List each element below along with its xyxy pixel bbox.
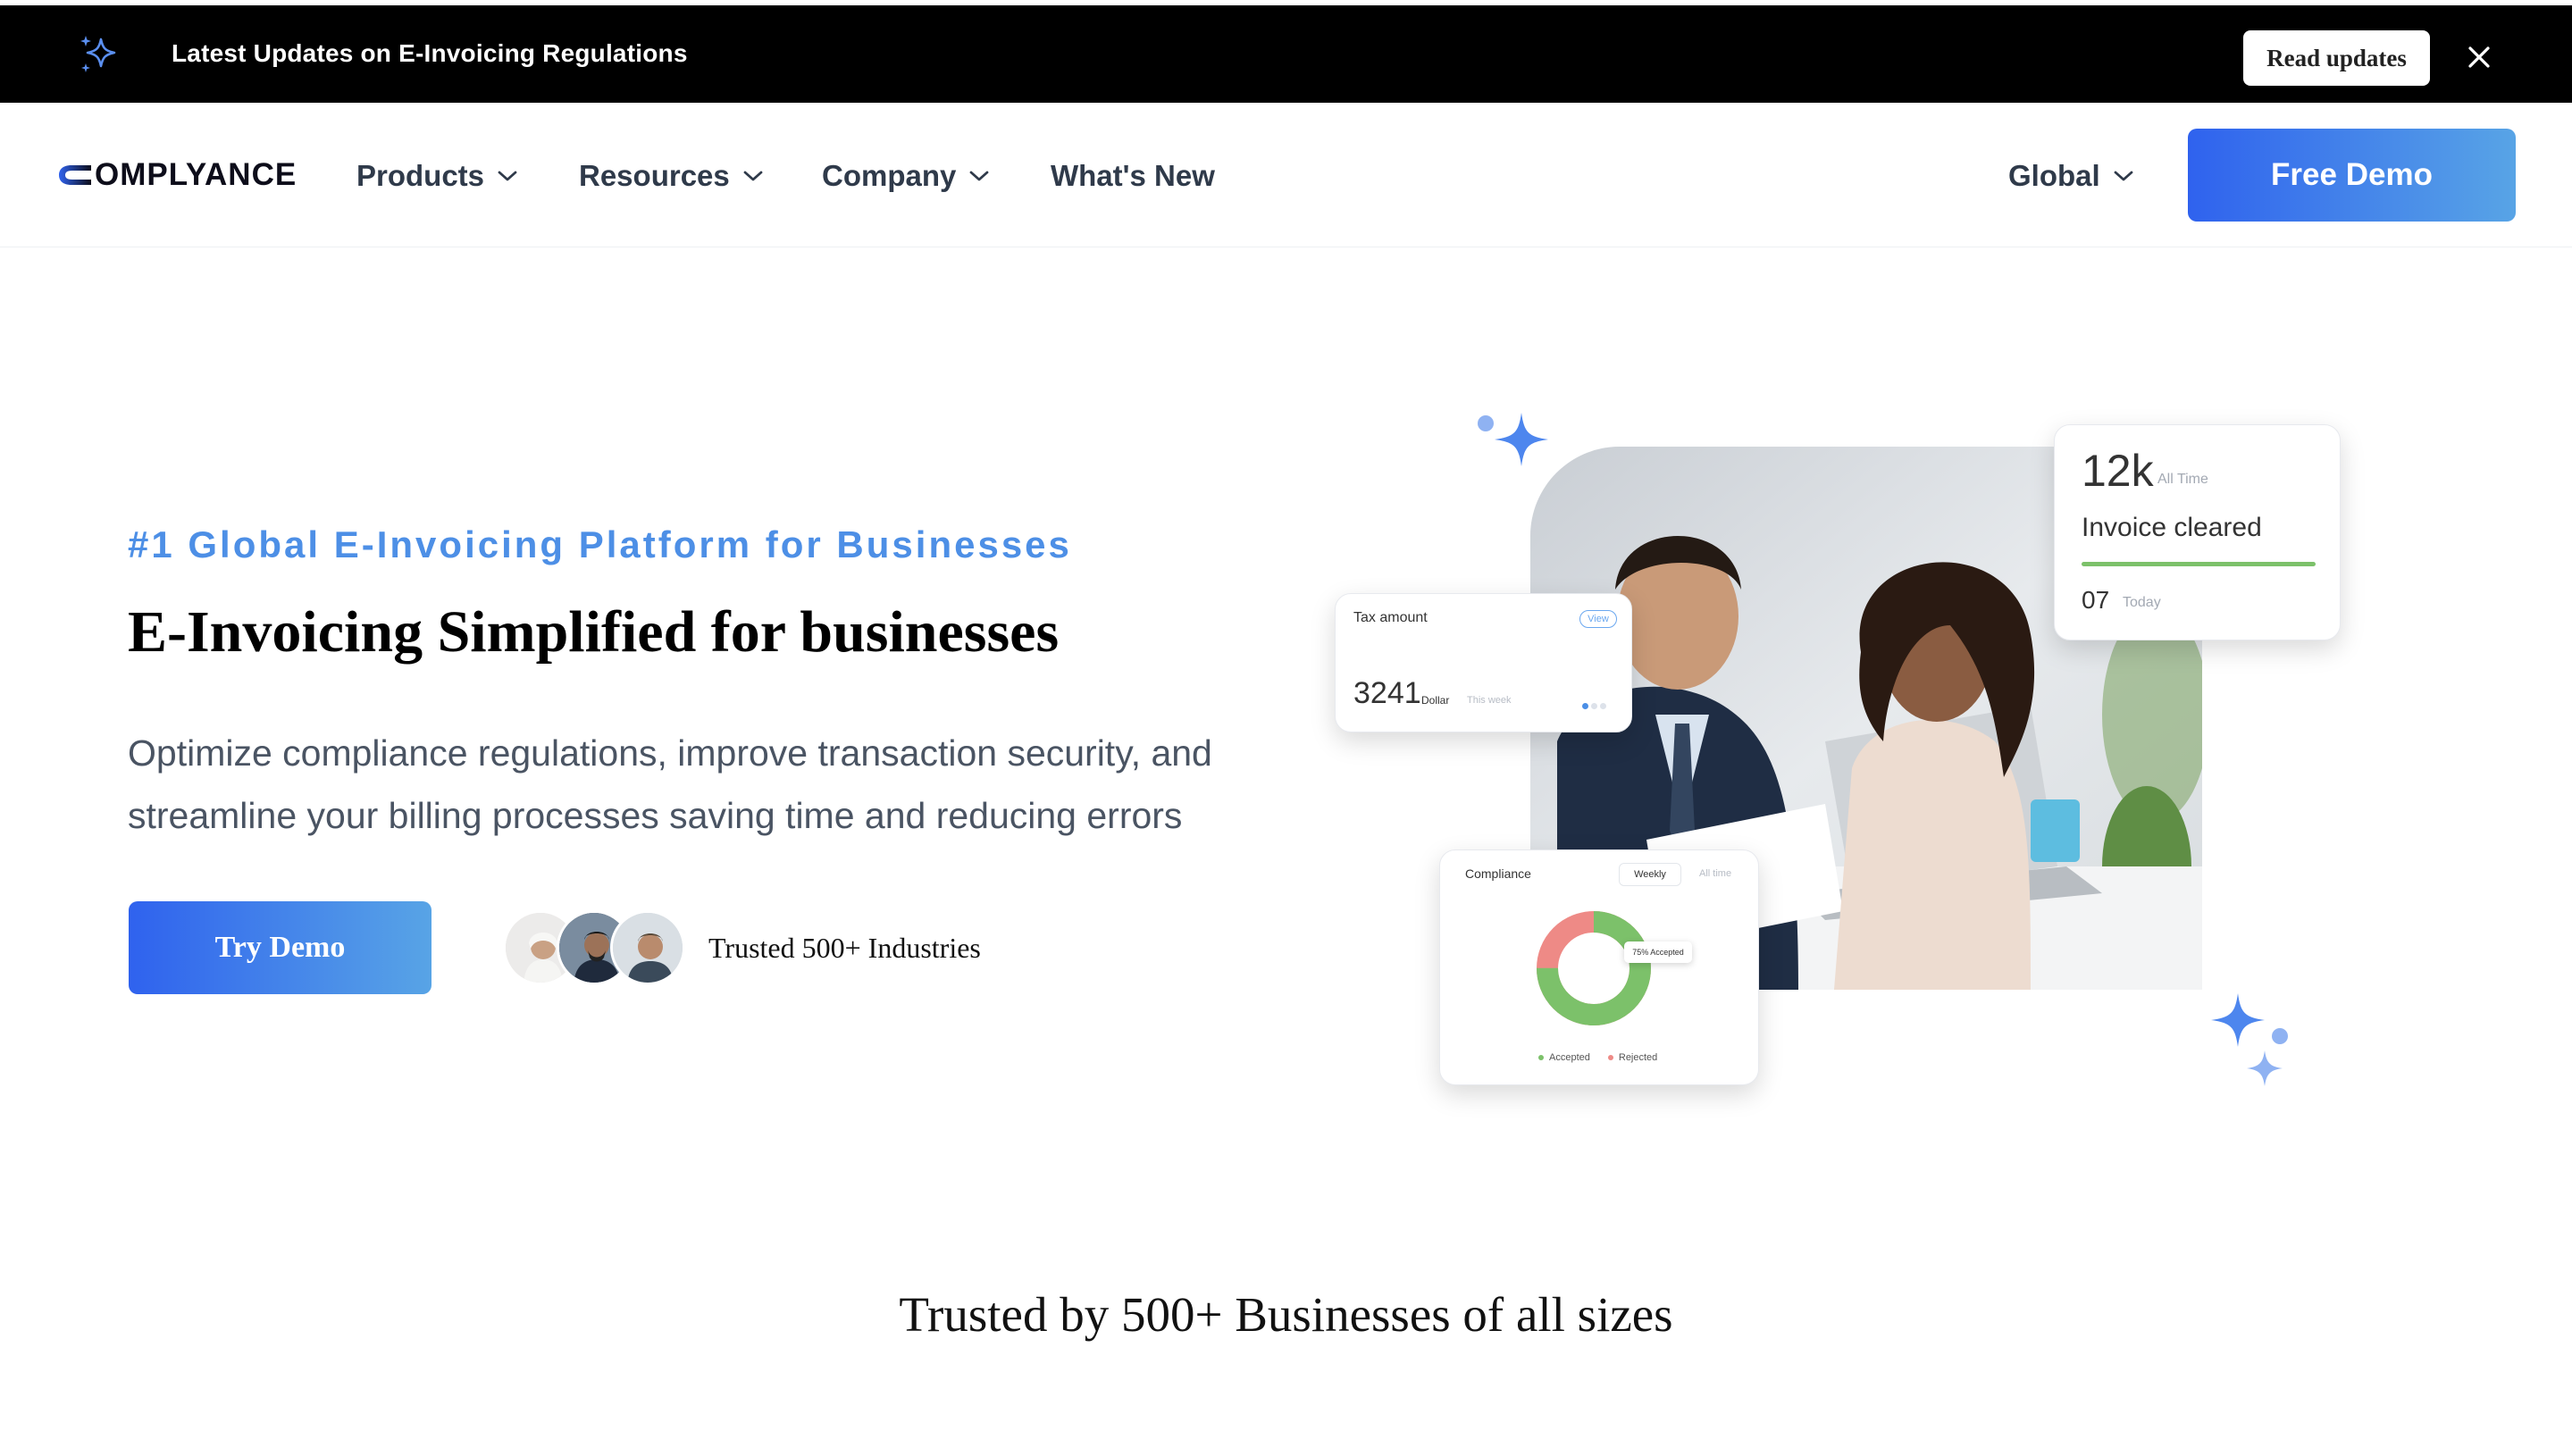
legend-rejected-label: Rejected <box>1618 1052 1658 1063</box>
invoice-total-label: All Time <box>2157 472 2208 487</box>
close-icon[interactable] <box>2464 42 2494 72</box>
logo-mark-icon <box>59 165 91 185</box>
hero-headline: E-Invoicing Simplified for businesses <box>128 599 1060 665</box>
sparkle-icon <box>1478 413 1548 466</box>
tax-amount-card: Tax amount View 3241 Dollar This week <box>1335 593 1632 732</box>
nav-products-label: Products <box>356 159 485 192</box>
hero-eyebrow: #1 Global E-Invoicing Platform for Busin… <box>128 523 1072 565</box>
free-demo-button[interactable]: Free Demo <box>2188 129 2516 222</box>
invoice-today-value: 07 <box>2082 586 2110 614</box>
carousel-dots <box>1582 698 1609 714</box>
chevron-down-icon <box>2114 171 2133 181</box>
tax-amount-label: Tax amount <box>1353 610 1428 625</box>
tax-amount-period: This week <box>1467 695 1512 706</box>
sparkle-icon <box>80 36 116 72</box>
tab-all-time[interactable]: All time <box>1699 868 1731 879</box>
compliance-legend: Accepted Rejected <box>1538 1052 1657 1063</box>
nav-whats-new-label: What's New <box>1051 159 1215 192</box>
try-demo-button[interactable]: Try Demo <box>129 901 431 994</box>
chevron-down-icon <box>743 171 763 181</box>
invoice-cleared-card: 12k All Time Invoice cleared 07 Today <box>2054 424 2341 640</box>
invoice-cleared-title: Invoice cleared <box>2082 513 2262 542</box>
announcement-bar: Latest Updates on E-Invoicing Regulation… <box>0 0 2572 103</box>
chevron-down-icon <box>969 171 989 181</box>
read-updates-button[interactable]: Read updates <box>2243 30 2430 86</box>
donut-tooltip: 75% Accepted <box>1624 941 1692 963</box>
nav-company-label: Company <box>822 159 957 192</box>
nav-resources-label: Resources <box>579 159 730 192</box>
hero-description: Optimize compliance regulations, improve… <box>128 732 1212 836</box>
tax-amount-unit: Dollar <box>1421 694 1450 707</box>
compliance-donut-chart <box>1537 911 1651 1025</box>
trusted-businesses-heading: Trusted by 500+ Businesses of all sizes <box>899 1287 1673 1342</box>
nav-company[interactable]: Company <box>822 159 990 193</box>
invoice-today-label: Today <box>2123 595 2161 610</box>
avatar <box>610 910 685 985</box>
customer-avatars <box>503 910 685 985</box>
tab-weekly[interactable]: Weekly <box>1619 863 1681 886</box>
chevron-down-icon <box>498 171 517 181</box>
legend-accepted-label: Accepted <box>1549 1052 1590 1063</box>
nav-resources[interactable]: Resources <box>579 159 764 193</box>
sparkle-icon <box>2211 993 2288 1086</box>
invoice-total-value: 12k <box>2082 446 2154 496</box>
logo-text: OMPLYANCE <box>95 157 297 192</box>
legend-item-rejected: Rejected <box>1607 1052 1658 1063</box>
region-selector[interactable]: Global <box>2008 159 2134 193</box>
legend-item-accepted: Accepted <box>1538 1052 1590 1063</box>
compliance-title: Compliance <box>1465 866 1531 881</box>
announcement-message: Latest Updates on E-Invoicing Regulation… <box>172 39 688 67</box>
region-label: Global <box>2008 159 2100 192</box>
nav-whats-new[interactable]: What's New <box>1051 159 1215 193</box>
compliance-card: Compliance Weekly All time 75% Accepted … <box>1439 849 1759 1085</box>
nav-products[interactable]: Products <box>356 159 518 193</box>
invoice-progress-bar <box>2082 562 2316 566</box>
view-button[interactable]: View <box>1579 610 1617 628</box>
tax-amount-value: 3241 <box>1353 676 1421 710</box>
main-navigation: OMPLYANCE Products Resources Company Wha… <box>0 103 2572 247</box>
trusted-industries-text: Trusted 500+ Industries <box>708 932 981 964</box>
logo[interactable]: OMPLYANCE <box>55 157 297 193</box>
